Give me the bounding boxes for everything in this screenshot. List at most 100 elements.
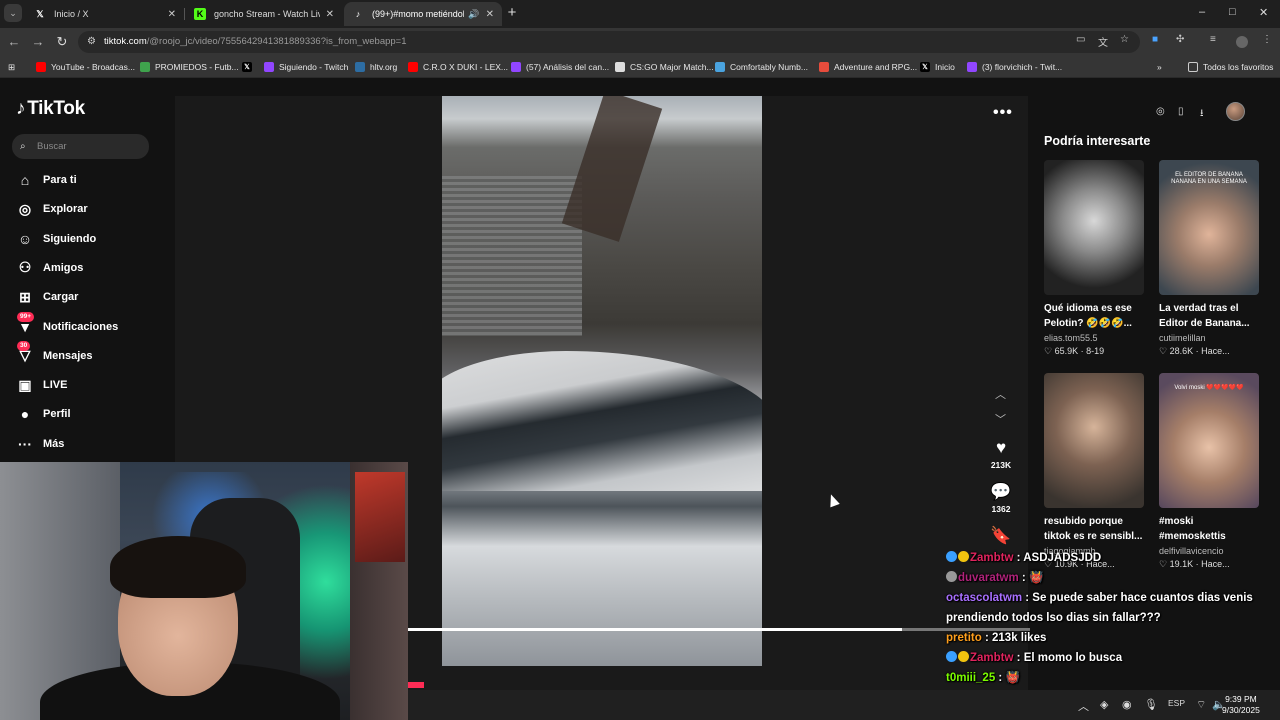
chevron-up-icon[interactable]: ︿ bbox=[995, 386, 1006, 402]
extension-icon[interactable]: ■ bbox=[1152, 34, 1158, 45]
bookmark-item[interactable]: YouTube - Broadcas... bbox=[36, 59, 135, 75]
nav-item-perfil[interactable]: ● Perfil bbox=[16, 404, 71, 424]
user-avatar[interactable] bbox=[1226, 102, 1245, 121]
apps-grid-icon[interactable]: ⊞ bbox=[8, 59, 15, 75]
tiktok-logo-text: TikTok bbox=[27, 98, 85, 119]
bookmark-item[interactable]: (57) Análisis del can... bbox=[511, 59, 609, 75]
media-control-icon[interactable]: ≡ bbox=[1210, 34, 1216, 45]
speaker-icon[interactable]: 🔊 bbox=[468, 9, 479, 20]
recommended-video-card[interactable]: Qué idioma es ese Pelotin? 🤣🤣🤣... elias.t… bbox=[1044, 160, 1144, 357]
nav-item-notificaciones[interactable]: ▼ 99+ Notificaciones bbox=[16, 311, 118, 337]
microphone-icon[interactable]: 🎙 bbox=[1144, 698, 1158, 711]
close-icon[interactable]: ✕ bbox=[486, 9, 494, 20]
nav-item-label: Mensajes bbox=[43, 349, 93, 362]
more-options-icon[interactable]: ••• bbox=[993, 104, 1013, 122]
home-icon: ⌂ bbox=[20, 172, 30, 188]
close-icon[interactable]: ✕ bbox=[326, 9, 334, 20]
bookmark-item[interactable]: Adventure and RPG... bbox=[819, 59, 917, 75]
promiedos-icon bbox=[140, 62, 150, 72]
new-tab-button[interactable]: + bbox=[504, 4, 520, 21]
bookmark-item[interactable]: PROMIEDOS - Futb... bbox=[140, 59, 239, 75]
bookmark-item[interactable]: Siguiendo - Twitch bbox=[264, 59, 348, 75]
url-path: /@roojo_jc/video/7555642941381889336?is_… bbox=[146, 36, 407, 47]
nav-item-para-ti[interactable]: ⌂ Para ti bbox=[16, 170, 77, 190]
coin-icon[interactable]: ◎ bbox=[1156, 106, 1165, 117]
chat-username: Zambtw bbox=[970, 652, 1014, 664]
mobile-icon[interactable]: ▯ bbox=[1178, 106, 1184, 117]
video-thumbnail[interactable]: EL EDITOR DE BANANA NANANA EN UNA SEMANA bbox=[1159, 160, 1259, 295]
nav-item-amigos[interactable]: ⚇ Amigos bbox=[16, 258, 84, 278]
install-app-icon[interactable]: ▭ bbox=[1076, 34, 1085, 45]
tab-tiktok[interactable]: ♪ (99+)#momo metiéndole al 🔊 ✕ bbox=[344, 2, 502, 26]
nav-item-live[interactable]: ▣ LIVE bbox=[16, 375, 67, 395]
star-icon[interactable]: ☆ bbox=[1120, 34, 1129, 45]
card-title[interactable]: resubido porque tiktok es re sensibl... bbox=[1044, 514, 1144, 544]
nav-item-mensajes[interactable]: ▽ 30 Mensajes bbox=[16, 340, 93, 366]
tab-search-button[interactable]: ⌄ bbox=[4, 4, 22, 22]
x-icon: 𝕏 bbox=[920, 62, 930, 72]
like-button[interactable]: ♥ 213K bbox=[983, 438, 1019, 470]
bookmarks-more-button[interactable]: » bbox=[1157, 59, 1162, 75]
chat-username: t0miii_25 bbox=[946, 672, 996, 684]
bookmark-item[interactable]: (3) florvichich - Twit... bbox=[967, 59, 1062, 75]
bookmark-item[interactable]: 𝕏 bbox=[242, 59, 257, 75]
video-player[interactable] bbox=[442, 96, 762, 666]
chat-message: pretito : 213k likes bbox=[946, 628, 1276, 648]
puzzle-icon[interactable]: ✣ bbox=[1176, 34, 1184, 45]
menu-kebab-icon[interactable]: ⋮ bbox=[1262, 34, 1272, 45]
minimize-button[interactable]: – bbox=[1199, 6, 1205, 18]
comment-button[interactable]: 💬 1362 bbox=[983, 482, 1019, 514]
bookmark-item[interactable]: Comfortably Numb... bbox=[715, 59, 808, 75]
tray-app-icon[interactable]: ◈ bbox=[1100, 698, 1108, 711]
all-favorites-folder[interactable]: Todos los favoritos bbox=[1188, 59, 1273, 75]
card-username[interactable]: elias.tom55.5 bbox=[1044, 333, 1144, 343]
system-clock[interactable]: 9:39 PM 9/30/2025 bbox=[1222, 694, 1260, 716]
card-title[interactable]: Qué idioma es ese Pelotin? 🤣🤣🤣... bbox=[1044, 301, 1144, 331]
tray-chevron-icon[interactable]: ︿ bbox=[1078, 698, 1089, 714]
card-username[interactable]: cutiimelillan bbox=[1159, 333, 1259, 343]
video-thumbnail[interactable] bbox=[1044, 160, 1144, 295]
card-title[interactable]: #moski #memoskettis bbox=[1159, 514, 1259, 544]
nav-item-cargar[interactable]: ⊞ Cargar bbox=[16, 287, 78, 307]
bookmark-item[interactable]: C.R.O X DUKI - LEX... bbox=[408, 59, 508, 75]
download-icon[interactable]: ⭳ bbox=[1200, 106, 1204, 123]
chevron-down-icon[interactable]: ﹀ bbox=[995, 411, 1006, 427]
card-title[interactable]: La verdad tras el Editor de Banana... bbox=[1159, 301, 1259, 331]
game-icon bbox=[819, 62, 829, 72]
steam-icon[interactable]: ◉ bbox=[1122, 698, 1132, 711]
card-date: 8-19 bbox=[1086, 346, 1105, 356]
bookmark-item[interactable]: CS:GO Major Match... bbox=[615, 59, 714, 75]
address-bar[interactable]: ⚙ tiktok.com/@roojo_jc/video/75556429413… bbox=[78, 31, 1140, 53]
card-meta: ♡ 28.6K · Hace... bbox=[1159, 346, 1259, 357]
maximize-button[interactable]: □ bbox=[1229, 6, 1236, 18]
close-icon[interactable]: ✕ bbox=[168, 9, 176, 20]
tab-x-inicio[interactable]: 𝕏 Inicio / X ✕ bbox=[26, 2, 184, 26]
translate-icon[interactable]: 文 bbox=[1098, 34, 1108, 49]
back-button[interactable]: ← bbox=[6, 34, 22, 49]
language-indicator[interactable]: ESP bbox=[1168, 698, 1185, 708]
nav-item-explorar[interactable]: ◎ Explorar bbox=[16, 199, 88, 219]
video-thumbnail[interactable] bbox=[1044, 373, 1144, 508]
bookmark-button[interactable]: 🔖 bbox=[983, 526, 1019, 546]
close-window-button[interactable]: ✕ bbox=[1259, 6, 1268, 19]
tab-title: (99+)#momo metiéndole al bbox=[372, 9, 464, 19]
profile-avatar-icon[interactable] bbox=[1236, 36, 1248, 48]
bookmark-item[interactable]: hltv.org bbox=[355, 59, 397, 75]
forward-button[interactable]: → bbox=[30, 34, 46, 49]
video-frame-beam bbox=[561, 96, 663, 242]
recommended-video-card[interactable]: resubido porque tiktok es re sensibl... t… bbox=[1044, 373, 1144, 570]
site-info-icon[interactable]: ⚙ bbox=[87, 31, 96, 53]
nav-item-más[interactable]: ··· Más bbox=[16, 434, 64, 454]
more-icon: ··· bbox=[18, 435, 32, 452]
tiktok-logo[interactable]: ♪ TikTok bbox=[16, 98, 85, 120]
bookmark-item[interactable]: 𝕏 Inicio bbox=[920, 59, 955, 75]
video-progress-bar[interactable] bbox=[408, 628, 902, 631]
tab-kick-stream[interactable]: K goncho Stream - Watch Live on ✕ bbox=[186, 2, 342, 26]
reload-button[interactable]: ↻ bbox=[54, 34, 70, 50]
video-thumbnail[interactable]: Volví moski ❤️❤️❤️❤️❤️ bbox=[1159, 373, 1259, 508]
wifi-icon[interactable]: ⌔ bbox=[1196, 698, 1206, 712]
recommended-video-card[interactable]: Volví moski ❤️❤️❤️❤️❤️ #moski #memosketti… bbox=[1159, 373, 1259, 570]
search-input[interactable]: ⌕ Buscar bbox=[12, 134, 149, 159]
recommended-video-card[interactable]: EL EDITOR DE BANANA NANANA EN UNA SEMANA… bbox=[1159, 160, 1259, 357]
nav-item-siguiendo[interactable]: ☺ Siguiendo bbox=[16, 229, 96, 249]
